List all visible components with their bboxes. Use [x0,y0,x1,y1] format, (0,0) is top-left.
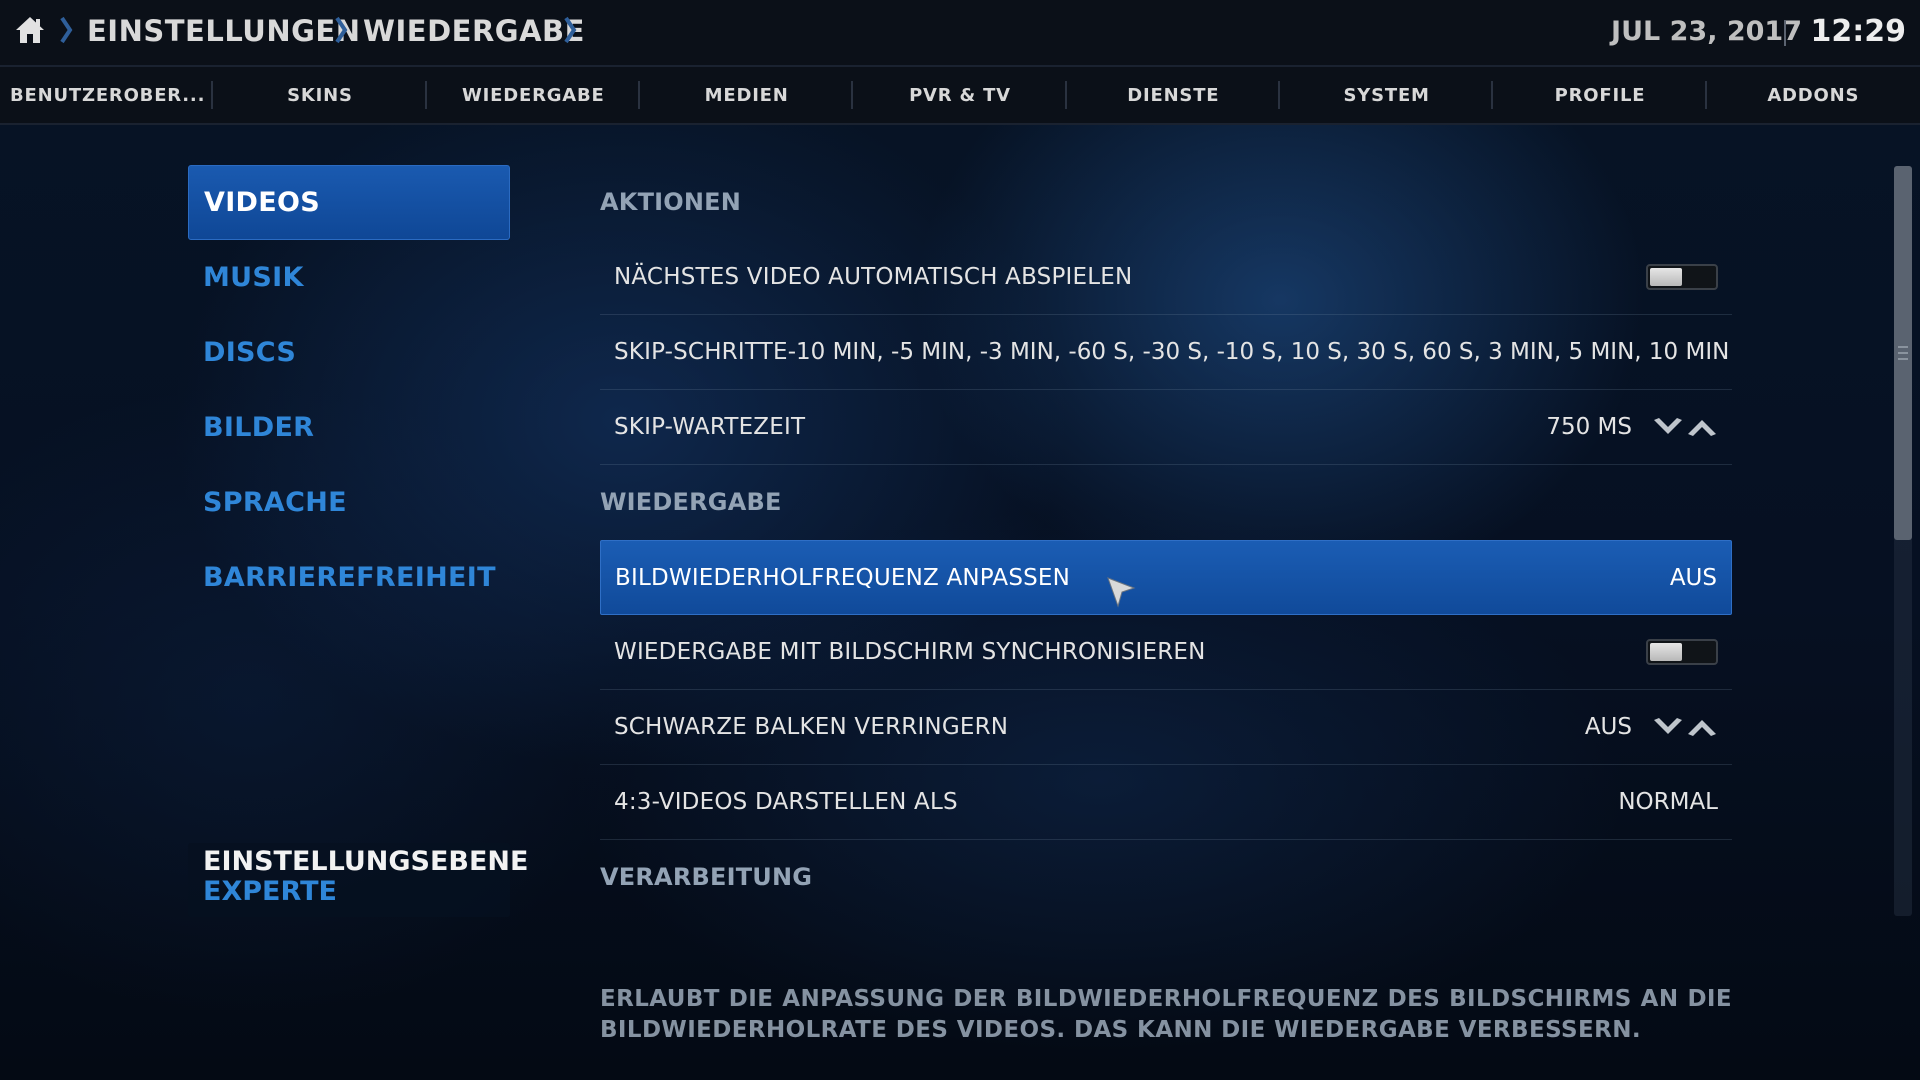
settings-screen: EINSTELLUNGEN WIEDERGABE JUL 23, 2017 12… [0,0,1920,1080]
settings-level-button[interactable]: EINSTELLUNGSEBENE EXPERTE [188,843,529,917]
setting-label: SKIP-WARTEZEIT [614,414,806,440]
setting-value-wrap: 750 MS [1546,414,1718,440]
breadcrumb-settings[interactable]: EINSTELLUNGEN [87,14,360,48]
setting-label: SCHWARZE BALKEN VERRINGERN [614,714,1009,740]
section-header-processing: VERARBEITUNG [600,863,813,891]
setting-label: 4:3-VIDEOS DARSTELLEN ALS [614,789,958,815]
category-videos[interactable]: VIDEOS [188,165,510,240]
mouse-cursor-icon [1107,577,1136,608]
setting-value-wrap: AUS [1585,714,1718,740]
clock: 12:29 [1810,14,1907,49]
toggle-switch[interactable] [1646,639,1718,665]
setting-value: AUS [1584,714,1632,740]
chevron-right-icon [564,16,577,44]
category-accessibility[interactable]: BARRIEREFREIHEIT [188,540,510,615]
home-icon[interactable] [14,14,46,46]
setting-label: SKIP-SCHRITTE [614,339,788,365]
chevron-down-icon[interactable] [1652,416,1684,438]
category-language[interactable]: SPRACHE [188,465,510,540]
spinner [1652,416,1718,438]
tab-profiles[interactable]: PROFILE [1493,67,1707,123]
toggle-switch[interactable] [1646,264,1718,290]
section-header-playback: WIEDERGABE [600,488,782,516]
divider [1784,20,1786,46]
scrollbar-thumb[interactable] [1894,166,1912,540]
setting-sync-display[interactable]: WIEDERGABE MIT BILDSCHIRM SYNCHRONISIERE… [600,615,1732,690]
category-music[interactable]: MUSIK [188,240,510,315]
tab-media[interactable]: MEDIEN [640,67,854,123]
top-bar: EINSTELLUNGEN WIEDERGABE JUL 23, 2017 12… [0,0,1920,67]
date-display: JUL 23, 2017 [1611,16,1802,47]
chevron-up-icon[interactable] [1686,416,1718,438]
setting-value: -10 MIN, -5 MIN, -3 MIN, -60 S, -30 S, -… [787,339,1730,365]
spinner [1652,716,1718,738]
chevron-down-icon[interactable] [1652,716,1684,738]
chevron-right-icon [60,16,73,44]
setting-autoplay-next[interactable]: NÄCHSTES VIDEO AUTOMATISCH ABSPIELEN [600,240,1732,315]
setting-value: 750 MS [1546,414,1632,440]
setting-description: ERLAUBT DIE ANPASSUNG DER BILDWIEDERHOLF… [600,986,1732,1043]
category-pictures[interactable]: BILDER [188,390,510,465]
settings-level-label: EINSTELLUNGSEBENE [203,846,529,877]
tab-playback[interactable]: WIEDERGABE [427,67,641,123]
setting-display-4-3[interactable]: 4:3-VIDEOS DARSTELLEN ALS NORMAL [600,765,1732,840]
setting-label: NÄCHSTES VIDEO AUTOMATISCH ABSPIELEN [614,264,1133,290]
setting-label: BILDWIEDERHOLFREQUENZ ANPASSEN [615,564,1071,591]
setting-adjust-refresh-rate[interactable]: BILDWIEDERHOLFREQUENZ ANPASSEN AUS [600,540,1732,615]
tab-system[interactable]: SYSTEM [1280,67,1494,123]
settings-tab-bar: BENUTZEROBER... SKINS WIEDERGABE MEDIEN … [0,67,1920,125]
tab-services[interactable]: DIENSTE [1067,67,1281,123]
setting-value: NORMAL [1618,789,1718,815]
setting-skip-delay[interactable]: SKIP-WARTEZEIT 750 MS [600,390,1732,465]
setting-reduce-black-bars[interactable]: SCHWARZE BALKEN VERRINGERN AUS [600,690,1732,765]
section-header-actions: AKTIONEN [600,188,742,216]
chevron-up-icon[interactable] [1686,716,1718,738]
category-discs[interactable]: DISCS [188,315,510,390]
tab-pvr-tv[interactable]: PVR & TV [853,67,1067,123]
setting-value: AUS [1669,564,1717,591]
breadcrumb-playback: WIEDERGABE [363,14,585,48]
settings-level-value: EXPERTE [203,876,337,907]
tab-interface[interactable]: BENUTZEROBER... [0,67,214,123]
tab-skins[interactable]: SKINS [213,67,427,123]
scrollbar[interactable] [1894,166,1912,916]
setting-skip-steps[interactable]: SKIP-SCHRITTE -10 MIN, -5 MIN, -3 MIN, -… [600,315,1732,390]
chevron-right-icon [335,16,348,44]
tab-addons[interactable]: ADDONS [1707,67,1920,123]
setting-label: WIEDERGABE MIT BILDSCHIRM SYNCHRONISIERE… [614,639,1206,665]
